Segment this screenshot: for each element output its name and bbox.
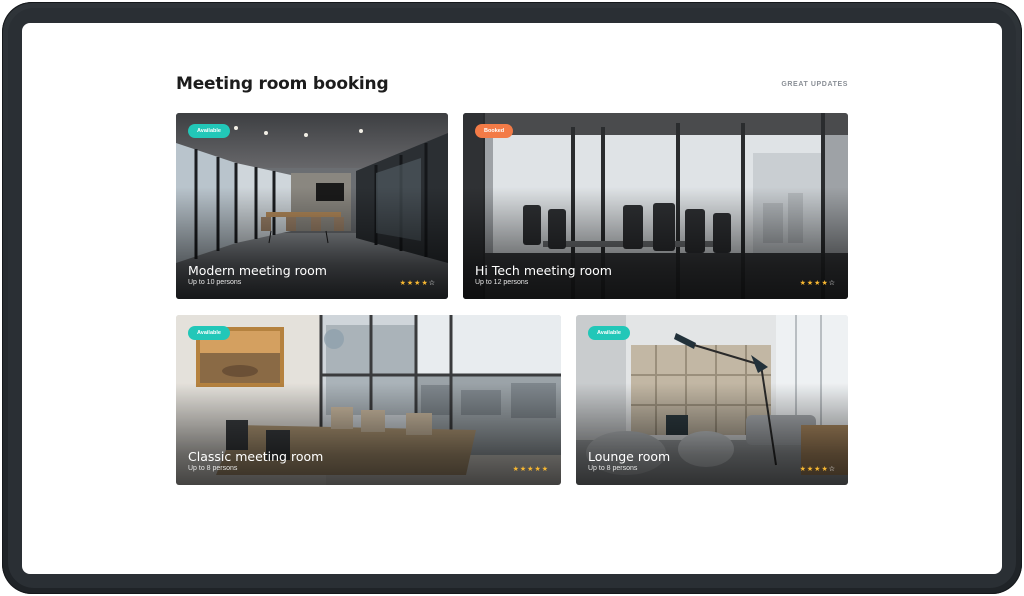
star-outline-icon: ☆ [428, 279, 436, 287]
rating-stars: ★★★★☆ [800, 465, 836, 473]
room-capacity: Up to 10 persons [188, 279, 242, 286]
rating-stars: ★★★★★ [513, 465, 549, 473]
star-icon: ★ [421, 279, 429, 287]
room-card-hitech[interactable]: Booked Hi Tech meeting room Up to 12 per… [463, 113, 848, 299]
room-name: Modern meeting room [188, 263, 327, 278]
star-icon: ★ [799, 465, 807, 473]
great-updates-link[interactable]: GREAT UPDATES [770, 81, 848, 88]
room-capacity: Up to 8 persons [188, 465, 238, 472]
star-icon: ★ [541, 465, 549, 473]
room-card-modern[interactable]: Available Modern meeting room Up to 10 p… [176, 113, 448, 299]
room-card-lounge[interactable]: Available Lounge room Up to 8 persons ★ ★… [576, 315, 848, 485]
status-badge: Available [188, 124, 230, 138]
rating-stars: ★★★★☆ [800, 279, 836, 287]
room-card-classic[interactable]: Available Classic meeting room Up to 8 p… [176, 315, 561, 485]
status-badge: Available [188, 326, 230, 340]
app-screen: Meeting room booking GREAT UPDATES Avail… [22, 23, 1002, 574]
star-outline-icon: ☆ [828, 279, 836, 287]
room-capacity: Up to 12 persons [475, 279, 529, 286]
room-name: Lounge room [588, 449, 671, 464]
star-icon: ★ [821, 465, 829, 473]
room-capacity: Up to 8 persons [588, 465, 638, 472]
room-name: Hi Tech meeting room [475, 263, 612, 278]
page-title: Meeting room booking [176, 74, 389, 94]
status-badge: Available [588, 326, 630, 340]
rating-stars: ★★★★☆ [400, 279, 436, 287]
star-outline-icon: ☆ [828, 465, 836, 473]
star-icon: ★ [399, 279, 407, 287]
status-badge: Booked [475, 124, 514, 138]
star-icon: ★ [799, 279, 807, 287]
star-icon: ★ [821, 279, 829, 287]
room-name: Classic meeting room [188, 449, 324, 464]
star-icon: ★ [534, 465, 542, 473]
star-icon: ★ [512, 465, 520, 473]
